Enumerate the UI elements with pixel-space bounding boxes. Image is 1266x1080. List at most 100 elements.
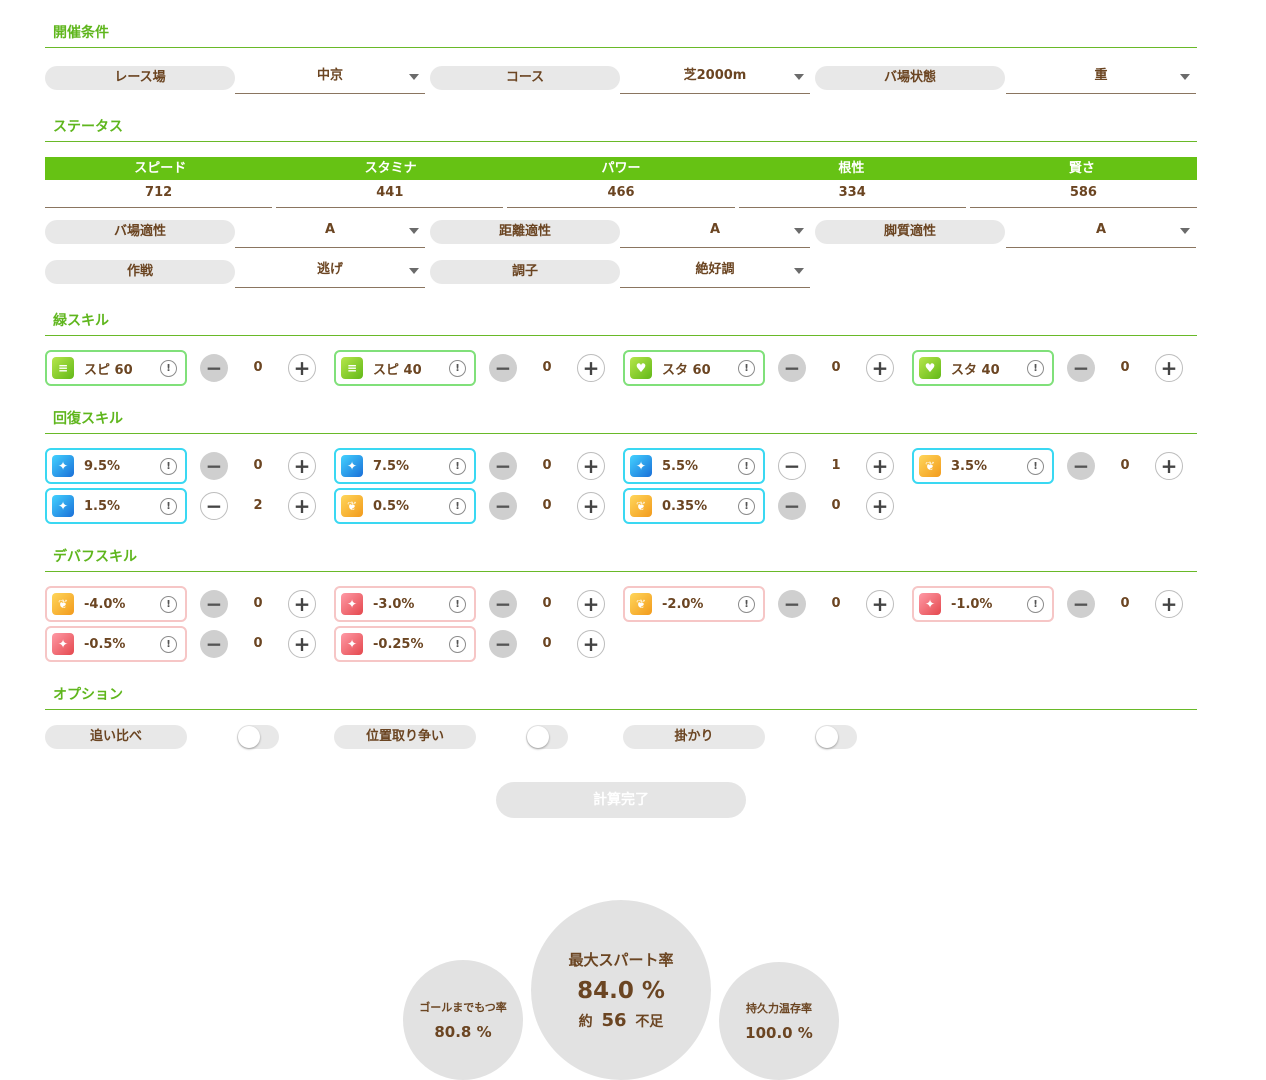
skill-name: スタ 40 [951,362,1000,378]
increment-button[interactable]: + [577,354,605,382]
decrement-button[interactable]: − [489,452,517,480]
increment-button[interactable]: + [866,590,894,618]
info-icon[interactable]: ! [449,595,466,613]
skill-card: ♥ スタ 40! [912,350,1054,386]
status-guts-input[interactable]: 334 [738,180,966,208]
increment-button[interactable]: + [866,354,894,382]
skill-count: 0 [831,596,841,611]
chevron-down-icon [794,228,804,234]
increment-button[interactable]: + [1155,354,1183,382]
course-select[interactable]: 芝2000m [620,64,810,94]
decrement-button[interactable]: − [778,590,806,618]
section-title-options: オプション [45,684,1197,710]
strategy-value: 逃げ [316,262,343,277]
decrement-button[interactable]: − [1067,354,1095,382]
decrement-button[interactable]: − [200,590,228,618]
skill-card: ❦ -2.0%! [623,586,765,622]
option-toggle-kakari[interactable] [815,725,857,749]
ground-value: 重 [1094,68,1108,83]
increment-button[interactable]: + [577,452,605,480]
info-icon[interactable]: ! [160,497,177,515]
heart-icon: ♥ [630,357,652,379]
option-toggle-position[interactable] [526,725,568,749]
mood-select[interactable]: 絶好調 [620,258,810,288]
info-icon[interactable]: ! [738,457,755,475]
increment-button[interactable]: + [288,630,316,658]
info-icon[interactable]: ! [160,457,177,475]
info-icon[interactable]: ! [1027,359,1044,377]
info-icon[interactable]: ! [1027,457,1044,475]
increment-button[interactable]: + [577,630,605,658]
increment-button[interactable]: + [1155,452,1183,480]
decrement-button[interactable]: − [489,590,517,618]
decrement-button[interactable]: − [778,354,806,382]
decrement-button[interactable]: − [200,452,228,480]
info-icon[interactable]: ! [738,359,755,377]
status-header-wisdom: 賢さ [1068,161,1095,176]
increment-button[interactable]: + [866,452,894,480]
sparkle-blue-icon: ✦ [52,455,74,477]
increment-button[interactable]: + [1155,590,1183,618]
decrement-button[interactable]: − [489,630,517,658]
stamina-rate-label: 持久力温存率 [746,1002,812,1015]
wing-orange-icon: ❦ [630,593,652,615]
style-aptitude-select[interactable]: A [1006,218,1196,248]
skill-name: 3.5% [951,458,988,474]
decrement-button[interactable]: − [1067,452,1095,480]
skill-name: スタ 60 [662,362,711,378]
decrement-button[interactable]: − [200,354,228,382]
status-speed-input[interactable]: 712 [45,180,273,208]
strategy-select[interactable]: 逃げ [235,258,425,288]
increment-button[interactable]: + [577,492,605,520]
decrement-button[interactable]: − [489,354,517,382]
increment-button[interactable]: + [577,590,605,618]
toggle-knob [238,726,260,748]
info-icon[interactable]: ! [449,497,466,515]
skill-count: 0 [542,458,552,473]
decrement-button[interactable]: − [200,492,228,520]
skill-card: ✦ 7.5%! [334,448,476,484]
increment-button[interactable]: + [288,354,316,382]
skill-card: ≡ スピ 60! [45,350,187,386]
status-stamina-input[interactable]: 441 [276,180,504,208]
decrement-button[interactable]: − [778,452,806,480]
sparkle-blue-icon: ✦ [341,455,363,477]
skill-card: ❦ 3.5%! [912,448,1054,484]
skill-count: 0 [542,498,552,513]
info-icon[interactable]: ! [738,595,755,613]
status-wisdom-input[interactable]: 586 [969,180,1198,208]
info-icon[interactable]: ! [160,359,177,377]
info-icon[interactable]: ! [160,635,177,653]
chevron-down-icon [409,268,419,274]
info-icon[interactable]: ! [738,497,755,515]
decrement-button[interactable]: − [1067,590,1095,618]
ground-select[interactable]: 重 [1006,64,1196,94]
option-toggle-oikurabe[interactable] [237,725,279,749]
increment-button[interactable]: + [288,492,316,520]
skill-count: 0 [1120,360,1130,375]
sparkle-red-icon: ✦ [919,593,941,615]
course-value: 芝2000m [683,68,747,83]
increment-button[interactable]: + [288,452,316,480]
decrement-button[interactable]: − [200,630,228,658]
ground-aptitude-select[interactable]: A [235,218,425,248]
status-power-input[interactable]: 466 [507,180,735,208]
option-label-position: 位置取り争い [334,725,476,749]
info-icon[interactable]: ! [449,457,466,475]
info-icon[interactable]: ! [1027,595,1044,613]
race-track-label: レース場 [45,66,235,90]
shortfall-suffix: 不足 [635,1014,664,1030]
calculate-button[interactable]: 計算完了 [496,782,746,818]
increment-button[interactable]: + [866,492,894,520]
increment-button[interactable]: + [288,590,316,618]
distance-aptitude-select[interactable]: A [620,218,810,248]
goal-rate-circle: ゴールまでもつ率 80.8 % [403,960,523,1080]
decrement-button[interactable]: − [778,492,806,520]
decrement-button[interactable]: − [489,492,517,520]
info-icon[interactable]: ! [449,635,466,653]
info-icon[interactable]: ! [160,595,177,613]
skill-count: 0 [253,636,263,651]
strategy-label: 作戦 [45,260,235,284]
info-icon[interactable]: ! [449,359,466,377]
race-track-select[interactable]: 中京 [235,64,425,94]
